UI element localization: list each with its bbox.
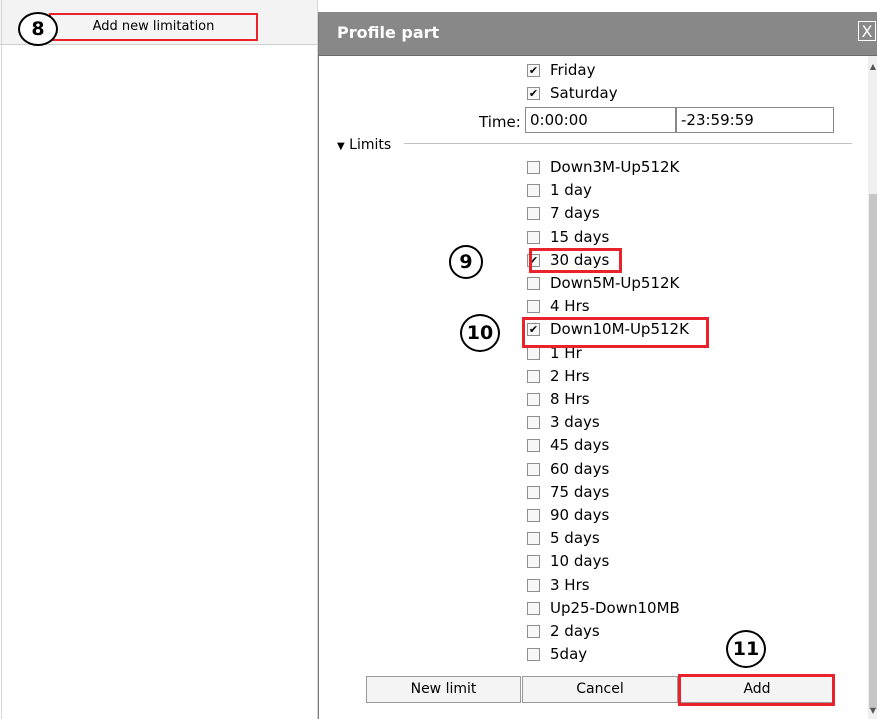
checkbox-icon[interactable] xyxy=(527,207,540,221)
limit-option[interactable]: 3 days xyxy=(527,412,600,433)
limits-divider xyxy=(404,143,852,144)
callout-9: 9 xyxy=(449,245,483,279)
limit-label: 2 days xyxy=(550,622,600,640)
checkbox-icon[interactable] xyxy=(527,648,540,662)
limit-label: 60 days xyxy=(550,459,610,478)
checkbox-icon[interactable] xyxy=(527,161,540,174)
limit-option[interactable]: 2 days xyxy=(527,621,600,642)
limit-option[interactable]: 90 days xyxy=(527,505,609,526)
limit-label: 8 Hrs xyxy=(550,390,590,408)
limit-option[interactable]: 5day xyxy=(527,644,587,665)
limit-option[interactable]: 4 Hrs xyxy=(527,296,590,317)
dialog-titlebar: Profile part X xyxy=(319,12,877,56)
limit-label: 3 Hrs xyxy=(550,575,590,594)
checkbox-icon[interactable] xyxy=(527,277,540,290)
time-start-input[interactable]: 0:00:00 xyxy=(525,107,676,133)
limit-option[interactable]: Down3M-Up512K xyxy=(527,157,679,178)
highlight-30-days xyxy=(529,248,622,273)
scroll-down-arrow-icon[interactable]: ▼ xyxy=(869,706,877,715)
cancel-button[interactable]: Cancel xyxy=(522,676,678,703)
profile-part-dialog: Profile part X ▲ ▼ ✔ Friday ✔ Saturday Time… xyxy=(318,12,877,719)
weekday-label: Saturday xyxy=(550,84,618,102)
limit-option[interactable]: Down5M-Up512K xyxy=(527,273,679,294)
checkbox-icon[interactable] xyxy=(527,532,540,546)
checkbox-icon[interactable] xyxy=(527,555,540,569)
weekday-label: Friday xyxy=(550,61,596,79)
scroll-up-arrow-icon[interactable]: ▲ xyxy=(869,62,877,71)
limit-label: 15 days xyxy=(550,227,610,246)
limit-option[interactable]: 60 days xyxy=(527,459,609,480)
checkbox-checked-icon[interactable]: ✔ xyxy=(527,64,540,77)
limit-label: 75 days xyxy=(550,482,610,501)
callout-8: 8 xyxy=(18,12,58,46)
checkbox-icon[interactable] xyxy=(527,300,540,314)
left-panel: Add new limitation xyxy=(0,0,318,719)
callout-10: 10 xyxy=(460,314,500,352)
limit-label: 5day xyxy=(550,645,588,664)
checkbox-icon[interactable] xyxy=(527,601,540,615)
limit-label: 90 days xyxy=(550,506,610,524)
checkbox-icon[interactable] xyxy=(527,416,540,430)
callout-11: 11 xyxy=(726,630,766,668)
limit-label: 7 days xyxy=(550,204,600,223)
limit-label: 4 Hrs xyxy=(550,297,590,316)
limit-label: 1 day xyxy=(550,181,592,200)
limit-label: 10 days xyxy=(550,552,610,571)
limit-option[interactable]: 8 Hrs xyxy=(527,389,590,410)
checkbox-icon[interactable] xyxy=(527,369,540,383)
checkbox-icon[interactable] xyxy=(527,346,540,360)
checkbox-icon[interactable] xyxy=(527,625,540,638)
limit-option[interactable]: Up25-Down10MB xyxy=(527,598,680,619)
limit-option[interactable]: 2 Hrs xyxy=(527,366,590,387)
limit-label: 45 days xyxy=(550,436,610,455)
close-icon[interactable]: X xyxy=(858,21,876,41)
limit-option[interactable]: 45 days xyxy=(527,435,609,456)
triangle-down-icon: ▼ xyxy=(337,141,345,152)
checkbox-icon[interactable] xyxy=(527,230,540,244)
limit-option[interactable]: 3 Hrs xyxy=(527,575,590,596)
divider xyxy=(1,0,2,719)
limit-label: 3 days xyxy=(550,413,600,432)
limits-label: Limits xyxy=(349,137,392,153)
limit-label: 5 days xyxy=(550,529,600,548)
checkbox-icon[interactable] xyxy=(527,578,540,592)
limit-label: Down5M-Up512K xyxy=(550,274,680,292)
dialog-title: Profile part xyxy=(337,23,440,42)
time-end-input[interactable]: -23:59:59 xyxy=(676,107,834,133)
limit-option[interactable]: 10 days xyxy=(527,551,609,572)
limits-group-header[interactable]: ▼ Limits xyxy=(337,137,391,153)
highlight-down10m-up512k xyxy=(522,317,709,348)
limit-option[interactable]: 15 days xyxy=(527,227,609,248)
weekday-option[interactable]: ✔ Saturday xyxy=(527,83,618,104)
weekday-option[interactable]: ✔ Friday xyxy=(527,60,595,81)
limit-option[interactable]: 5 days xyxy=(527,528,600,549)
checkbox-icon[interactable] xyxy=(527,462,540,476)
highlight-add-button xyxy=(678,674,835,706)
limit-label: Down3M-Up512K xyxy=(550,158,680,176)
checkbox-icon[interactable] xyxy=(527,393,540,406)
limit-option[interactable]: 75 days xyxy=(527,482,609,503)
limit-label: Up25-Down10MB xyxy=(550,598,680,617)
time-label: Time: xyxy=(479,113,521,131)
checkbox-icon[interactable] xyxy=(527,439,540,453)
add-new-limitation-button[interactable]: Add new limitation xyxy=(49,13,258,41)
new-limit-button[interactable]: New limit xyxy=(366,676,521,703)
limit-label: 2 Hrs xyxy=(550,366,590,385)
limit-option[interactable]: 7 days xyxy=(527,203,600,224)
checkbox-icon[interactable] xyxy=(527,509,540,522)
limit-option[interactable]: 1 day xyxy=(527,180,592,201)
checkbox-checked-icon[interactable]: ✔ xyxy=(527,87,540,100)
scroll-thumb[interactable] xyxy=(869,194,877,709)
checkbox-icon[interactable] xyxy=(527,485,540,499)
vertical-scrollbar[interactable]: ▲ ▼ xyxy=(868,56,877,719)
checkbox-icon[interactable] xyxy=(527,184,540,198)
